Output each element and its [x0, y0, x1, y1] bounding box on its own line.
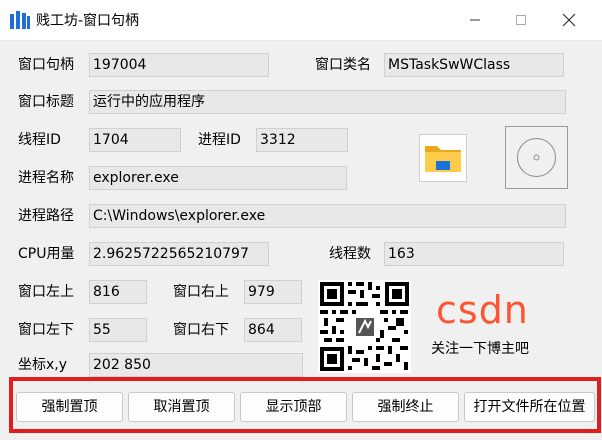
minimize-icon: [470, 19, 480, 21]
cpu-usage-field[interactable]: 2.9625722565210797: [89, 242, 269, 266]
window-title-label: 窗口标题: [18, 94, 74, 110]
close-button[interactable]: [546, 0, 592, 40]
hwnd-field[interactable]: 197004: [89, 53, 269, 77]
placeholder-icon-frame: [505, 126, 568, 189]
window-title: 贱工坊-窗口句柄: [36, 13, 140, 29]
process-name-label: 进程名称: [18, 170, 74, 186]
app-logo-icon: [10, 11, 30, 29]
title-bar[interactable]: 贱工坊-窗口句柄: [0, 0, 602, 41]
left-bottom-field[interactable]: 55: [89, 318, 147, 342]
disc-icon: [517, 138, 556, 177]
app-window: 贱工坊-窗口句柄 窗口句柄 197004 窗口类名 MSTaskSwWClass…: [0, 0, 602, 440]
force-kill-button[interactable]: 强制终止: [352, 392, 459, 422]
class-name-label: 窗口类名: [315, 57, 371, 73]
qr-code-image: [318, 280, 411, 373]
coords-field[interactable]: 202 850: [89, 353, 303, 377]
open-file-location-button[interactable]: 打开文件所在位置: [464, 392, 595, 422]
cancel-top-button[interactable]: 取消置顶: [128, 392, 235, 422]
show-top-button[interactable]: 显示顶部: [240, 392, 347, 422]
right-bottom-field[interactable]: 864: [244, 318, 302, 342]
close-icon: [562, 13, 576, 27]
class-name-field[interactable]: MSTaskSwWClass: [384, 53, 564, 77]
process-path-field[interactable]: C:\Windows\explorer.exe: [89, 204, 566, 228]
minimize-button[interactable]: [452, 0, 498, 40]
process-name-field[interactable]: explorer.exe: [89, 166, 347, 190]
force-top-button[interactable]: 强制置顶: [16, 392, 123, 422]
process-icon-frame: [419, 134, 467, 182]
thread-id-field[interactable]: 1704: [89, 128, 181, 152]
csdn-logo: CSDN: [436, 288, 529, 332]
right-bottom-label: 窗口右下: [173, 322, 229, 338]
right-top-field[interactable]: 979: [244, 280, 302, 304]
process-id-field[interactable]: 3312: [256, 128, 348, 152]
thread-count-field[interactable]: 163: [384, 242, 564, 266]
thread-count-label: 线程数: [329, 246, 371, 262]
hwnd-label: 窗口句柄: [18, 57, 74, 73]
process-id-label: 进程ID: [198, 132, 241, 148]
left-bottom-label: 窗口左下: [18, 322, 74, 338]
cpu-usage-label: CPU用量: [18, 246, 75, 262]
maximize-icon: [516, 15, 526, 25]
follow-text: 关注一下博主吧: [431, 341, 529, 357]
folder-icon: [425, 146, 461, 172]
coords-label: 坐标x,y: [18, 357, 68, 373]
maximize-button[interactable]: [498, 0, 544, 40]
process-path-label: 进程路径: [18, 208, 74, 224]
right-top-label: 窗口右上: [173, 284, 229, 300]
thread-id-label: 线程ID: [18, 132, 61, 148]
left-top-label: 窗口左上: [18, 284, 74, 300]
window-title-field[interactable]: 运行中的应用程序: [89, 90, 566, 114]
left-top-field[interactable]: 816: [89, 280, 147, 304]
